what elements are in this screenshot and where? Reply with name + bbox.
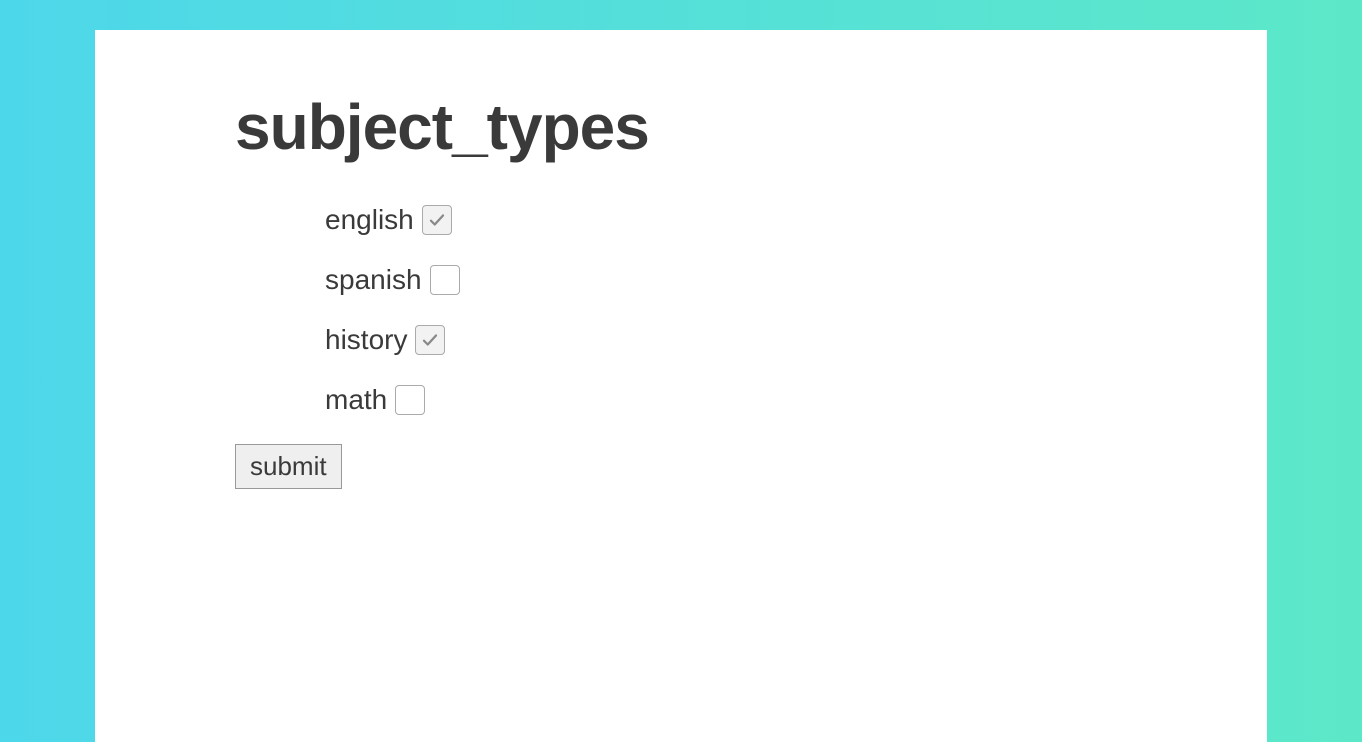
checkbox-english[interactable] <box>422 205 452 235</box>
page-title: subject_types <box>235 90 1127 164</box>
options-group: english spanish history math <box>325 204 1127 416</box>
check-icon <box>428 211 446 229</box>
submit-button[interactable]: submit <box>235 444 342 489</box>
option-label: english <box>325 204 414 236</box>
option-row-math: math <box>325 384 1127 416</box>
option-row-history: history <box>325 324 1127 356</box>
option-label: history <box>325 324 407 356</box>
option-row-english: english <box>325 204 1127 236</box>
submit-row: submit <box>235 444 1127 489</box>
checkbox-history[interactable] <box>415 325 445 355</box>
option-label: spanish <box>325 264 422 296</box>
option-row-spanish: spanish <box>325 264 1127 296</box>
checkbox-math[interactable] <box>395 385 425 415</box>
checkbox-spanish[interactable] <box>430 265 460 295</box>
check-icon <box>421 331 439 349</box>
option-label: math <box>325 384 387 416</box>
form-card: subject_types english spanish history ma… <box>95 30 1267 742</box>
